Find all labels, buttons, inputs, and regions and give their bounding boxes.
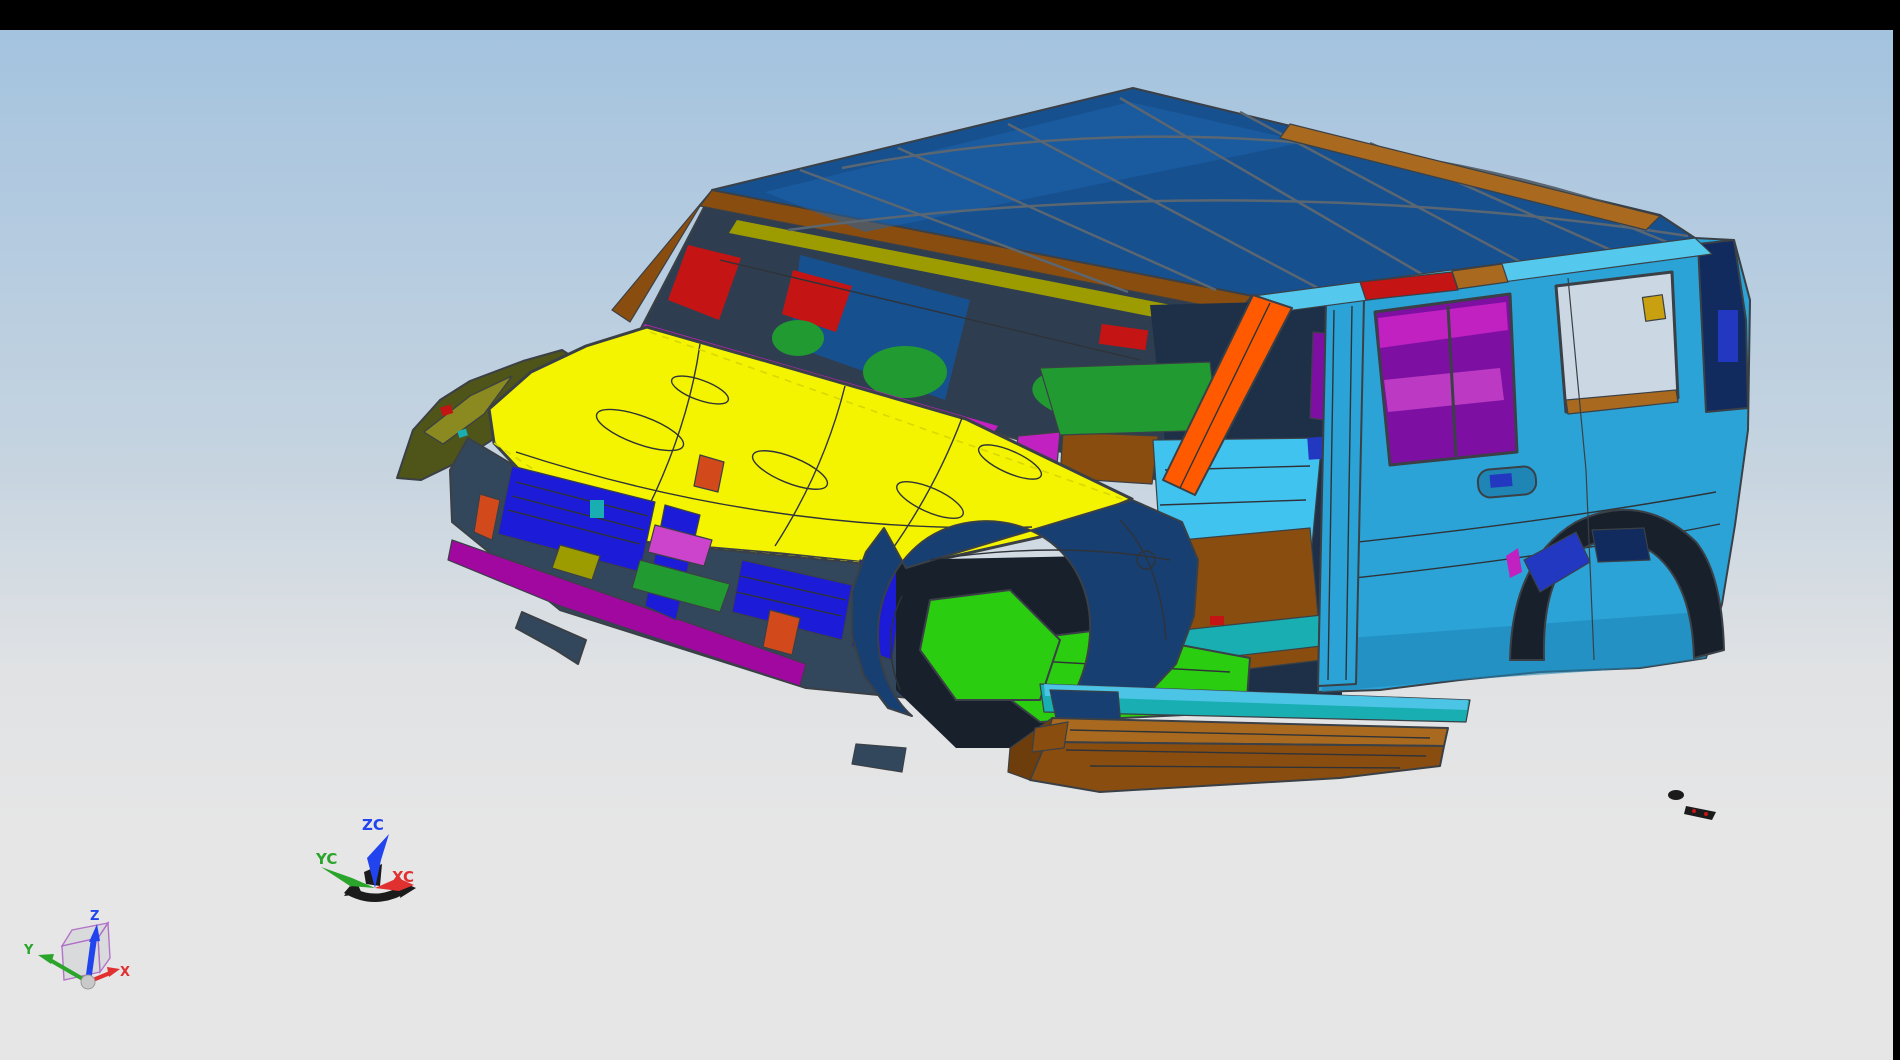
body-side	[1318, 238, 1750, 692]
graphics-viewport[interactable]: ZC YC XC Z Y X	[0, 30, 1893, 1060]
csys-x-axis	[107, 967, 120, 977]
absolute-csys[interactable]: Z Y X	[23, 909, 130, 989]
wcs-z-label: ZC	[362, 816, 384, 834]
wcs-y-label: YC	[315, 850, 337, 868]
front-lower-bracket	[516, 612, 586, 664]
csys-z-label: Z	[90, 909, 99, 924]
door-handle	[1477, 466, 1537, 499]
wcs-x-label: XC	[392, 868, 414, 886]
car-body-model[interactable]	[397, 88, 1750, 792]
top-black-bar	[0, 0, 1900, 30]
csys-x-label: X	[120, 965, 130, 980]
front-lower-valance	[852, 744, 906, 772]
right-black-bar	[1893, 0, 1900, 1060]
detached-parts[interactable]	[1668, 790, 1716, 820]
b-pillar	[1318, 299, 1364, 686]
application-window: ZC YC XC Z Y X	[0, 0, 1900, 1060]
3d-scene[interactable]: ZC YC XC Z Y X	[0, 30, 1893, 1060]
csys-y-label: Y	[23, 943, 34, 958]
rear-door-window	[1375, 294, 1517, 465]
wcs-triad[interactable]: ZC YC XC	[315, 816, 416, 902]
